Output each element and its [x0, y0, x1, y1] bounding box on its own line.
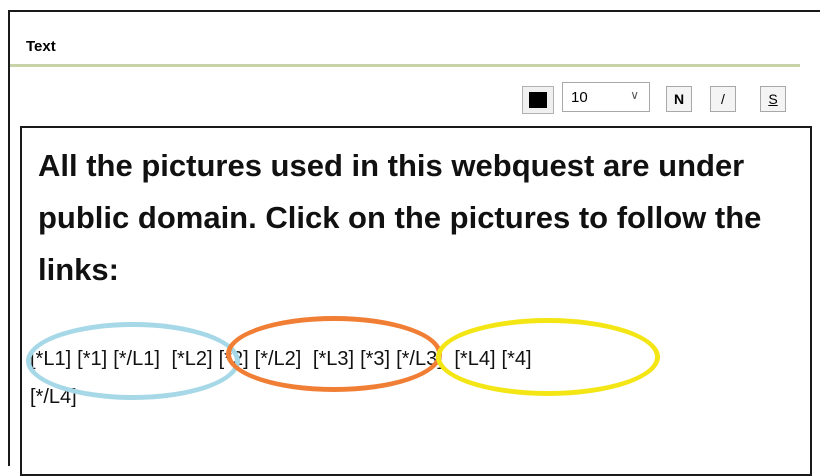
- title-divider: [10, 64, 800, 67]
- font-size-value: 10: [571, 89, 588, 106]
- link-open-tag: [*L2]: [171, 348, 213, 370]
- font-size-select[interactable]: 10 ∨: [562, 82, 650, 112]
- text-color-button[interactable]: [522, 86, 554, 114]
- color-swatch-icon: [529, 92, 547, 108]
- image-tag: [*3]: [360, 348, 391, 370]
- bold-button[interactable]: N: [666, 86, 692, 112]
- markup-line-1: [*L1] [*1] [*/L1] [*L2] [*2] [*/L2] [*L3] [*3…: [30, 340, 790, 378]
- link-open-tag: [*L4]: [454, 348, 496, 370]
- link-markup-text: [*L1] [*1] [*/L1] [*L2] [*2] [*/L2] [*L3] [*3…: [30, 340, 790, 416]
- editor-headline: All the pictures used in this webquest a…: [38, 148, 762, 287]
- link-close-tag: [*/L4]: [30, 386, 77, 408]
- link-open-tag: [*L3]: [312, 348, 355, 370]
- link-close-tag: [*/L3]: [396, 348, 443, 370]
- chevron-down-icon: ∨: [630, 88, 639, 102]
- markup-line-2: [*/L4]: [30, 378, 790, 416]
- image-tag: [*4]: [501, 348, 532, 370]
- image-tag: [*2]: [218, 348, 249, 370]
- link-close-tag: [*/L2]: [254, 348, 302, 370]
- image-tag: [*1]: [77, 348, 108, 370]
- panel-title: Text: [26, 38, 56, 55]
- underline-button[interactable]: S: [760, 86, 786, 112]
- link-close-tag: [*/L1]: [113, 348, 160, 370]
- link-open-tag: [*L1]: [30, 348, 72, 370]
- italic-button[interactable]: /: [710, 86, 736, 112]
